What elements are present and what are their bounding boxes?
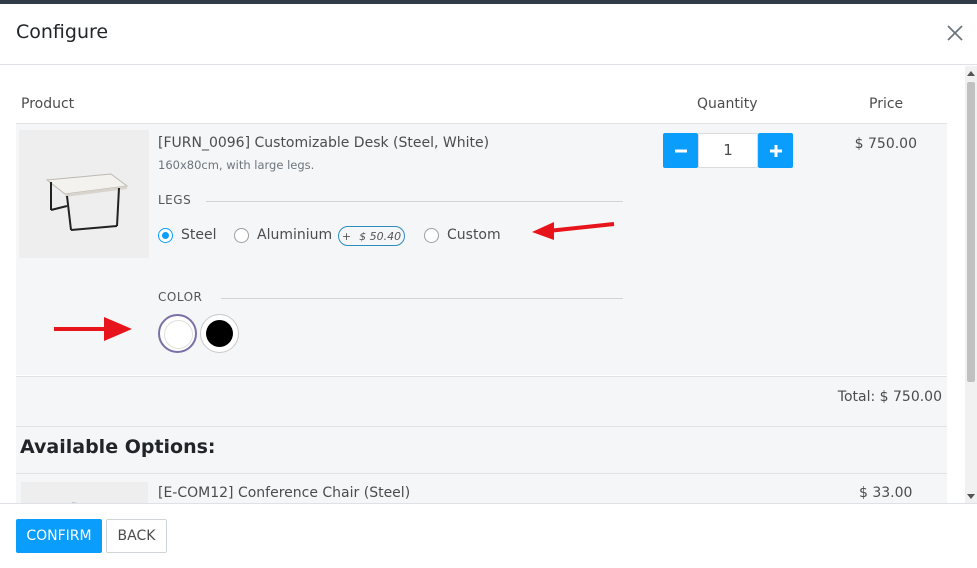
column-header-quantity: Quantity <box>697 96 758 112</box>
available-options-header: Available Options: <box>16 426 947 473</box>
product-description: 160x80cm, with large legs. <box>158 158 315 172</box>
radio-checked-icon <box>158 227 173 243</box>
color-swatch-white[interactable] <box>158 314 197 353</box>
price-extra-badge: + $ 50.40 <box>338 226 405 246</box>
quantity-stepper: 1 <box>663 133 793 168</box>
legs-option-custom[interactable]: Custom <box>424 227 501 243</box>
attribute-label-color: COLOR <box>158 290 203 304</box>
dialog-title: Configure <box>16 21 109 43</box>
close-icon <box>947 25 963 41</box>
dialog-scrollbar[interactable] <box>965 66 977 503</box>
dialog-footer: CONFIRM BACK <box>0 503 977 568</box>
legs-option-label: Custom <box>447 227 501 243</box>
plus-icon <box>769 144 782 157</box>
back-button[interactable]: BACK <box>106 519 167 553</box>
scrollbar-thumb[interactable] <box>967 82 975 382</box>
minus-icon <box>674 149 687 152</box>
column-header-product: Product <box>21 96 75 112</box>
attribute-label-legs: LEGS <box>158 193 192 207</box>
quantity-input[interactable]: 1 <box>698 133 758 168</box>
dialog-body: Product Quantity Price [FURN_0096] Custo… <box>0 66 965 503</box>
color-swatch-black[interactable] <box>200 314 239 353</box>
price-extra-sign: + <box>341 229 352 243</box>
total-row: Total: $ 750.00 <box>16 376 947 426</box>
scroll-down-icon[interactable] <box>967 494 975 499</box>
scroll-up-icon[interactable] <box>967 71 975 76</box>
option-price: $ 33.00 <box>859 485 913 501</box>
arrow-annotation <box>532 222 615 240</box>
color-divider <box>221 298 623 299</box>
legs-option-label: Steel <box>181 227 217 243</box>
option-row: [E-COM12] Conference Chair (Steel) $ 33.… <box>16 473 947 503</box>
available-options-heading: Available Options: <box>20 436 216 458</box>
option-name: [E-COM12] Conference Chair (Steel) <box>158 485 411 501</box>
legs-option-aluminium[interactable]: Aluminium <box>234 227 332 243</box>
arrow-annotation <box>54 317 132 341</box>
dialog-header: Configure <box>0 4 977 65</box>
option-image <box>21 482 148 503</box>
product-price: $ 750.00 <box>854 136 917 152</box>
total-amount: Total: $ 750.00 <box>837 389 942 405</box>
legs-divider <box>206 201 623 202</box>
product-row: [FURN_0096] Customizable Desk (Steel, Wh… <box>16 123 947 375</box>
legs-option-steel[interactable]: Steel <box>158 227 217 243</box>
radio-unchecked-icon <box>234 227 249 243</box>
legs-option-label: Aluminium <box>257 227 333 243</box>
confirm-button[interactable]: CONFIRM <box>16 519 102 553</box>
quantity-decrease-button[interactable] <box>663 133 698 168</box>
close-button[interactable] <box>944 22 966 44</box>
price-extra-value: $ 50.40 <box>359 229 402 243</box>
radio-unchecked-icon <box>424 227 439 243</box>
column-header-price: Price <box>869 96 904 112</box>
quantity-increase-button[interactable] <box>758 133 793 168</box>
product-name: [FURN_0096] Customizable Desk (Steel, Wh… <box>158 135 490 151</box>
configure-dialog: Configure Product Quantity Price [FURN_0… <box>0 4 977 568</box>
product-image <box>19 130 149 258</box>
